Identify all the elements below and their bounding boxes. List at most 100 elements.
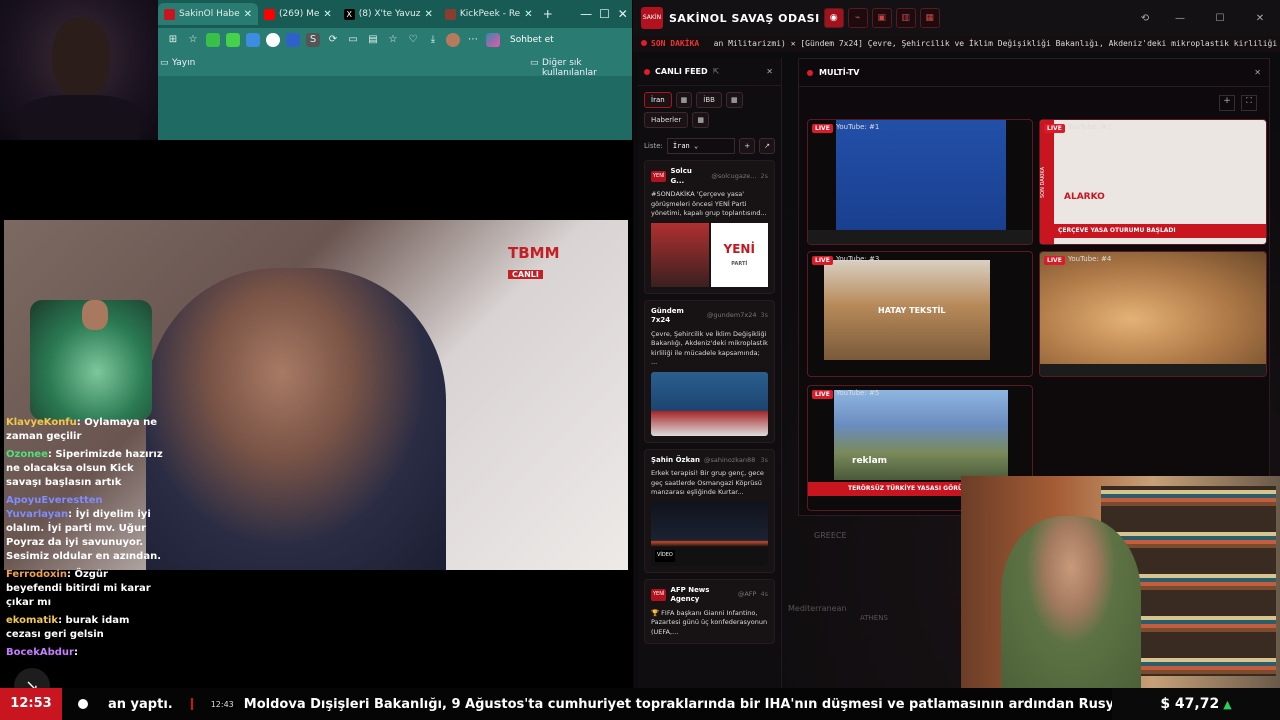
expand-icon[interactable]: ↗ [759, 138, 775, 154]
extension-icon[interactable] [246, 33, 260, 47]
tab-kickpeek[interactable]: KickPeek - Re ✕ [439, 3, 539, 25]
chip-haberler[interactable]: Haberler [644, 112, 689, 128]
refresh-icon[interactable]: ⟳ [326, 33, 340, 47]
extension-icon[interactable]: S [306, 33, 320, 47]
split-icon[interactable]: ⊞ [166, 33, 180, 47]
post-image[interactable]: YENİ PARTİ [651, 222, 768, 287]
collections-icon[interactable]: ▤ [366, 33, 380, 47]
extension-icon[interactable] [226, 33, 240, 47]
copilot-icon[interactable] [486, 33, 500, 47]
feed-header: CANLI FEED ⇱ ✕ [638, 58, 781, 86]
tab-youtube[interactable]: (269) Me ✕ [258, 3, 338, 25]
map-label: Mediterranean [788, 604, 847, 613]
author-name: Solcu G... [670, 167, 692, 185]
close-icon[interactable]: ✕ [244, 9, 252, 20]
grid-icon[interactable]: ▦ [919, 8, 940, 28]
avatar[interactable] [446, 33, 460, 47]
chip-ibb[interactable]: İBB [696, 92, 722, 108]
tv-tile-4[interactable]: LIVE YouTube: #4 [1039, 251, 1267, 377]
host-webcam [961, 476, 1280, 688]
news-ticker: 12:53 an yaptı. 12:43 Moldova Dışişleri … [0, 688, 1280, 720]
list-select[interactable]: İran ⌄ [666, 138, 736, 154]
feed-card[interactable]: Gündem 7x24 @gundem7x24 3s Çevre, Şehircil… [644, 299, 775, 443]
maximize-icon[interactable]: ☐ [1200, 13, 1240, 24]
feed-card[interactable]: Şahin Özkan @sahinozkan88 3s Erkek terapis… [644, 448, 775, 573]
reading-icon[interactable]: ▭ [346, 33, 360, 47]
chat-user[interactable]: Ozonee [6, 449, 48, 460]
tab-x[interactable]: X (8) X'te Yavuz ✕ [338, 3, 439, 25]
add-icon[interactable]: + [1219, 95, 1235, 111]
post-photo [651, 222, 709, 287]
channel-live-tag: CANLI [508, 270, 543, 279]
bookmark-yayin[interactable]: Yayın [172, 58, 195, 68]
favorites-icon[interactable]: ☆ [386, 33, 400, 47]
folder-icon: ▭ [530, 58, 539, 68]
post-time: 3s [760, 311, 768, 320]
downloads-icon[interactable]: ⤓ [426, 33, 440, 47]
feed-filters: İran ▦ İBB ▦ Haberler ▦ [638, 86, 781, 134]
close-icon[interactable]: ✕ [524, 9, 532, 20]
chart-icon[interactable]: ▥ [895, 8, 916, 28]
chat-user[interactable]: BocekAbdur [6, 647, 74, 658]
trend-up-icon: ▲ [1223, 697, 1232, 711]
tab-label: KickPeek - Re [459, 9, 521, 19]
tv-lower-third [1040, 364, 1266, 376]
bookmark-other[interactable]: Diğer sık kullanılanlar [542, 58, 632, 78]
chip-iran[interactable]: İran [644, 92, 672, 108]
gift-head [82, 300, 108, 330]
tv-icon[interactable]: ▣ [871, 8, 892, 28]
post-video[interactable]: VİDEO [651, 501, 768, 566]
sohbet-button[interactable]: Sohbet et [510, 35, 554, 45]
close-icon[interactable]: ✕ [1254, 68, 1261, 77]
feed-card[interactable]: YENİ AFP News Agency @AFP 4s 🏆 FIFA başkanı… [644, 578, 775, 644]
close-window-icon[interactable]: ✕ [1240, 13, 1280, 24]
chat-user[interactable]: Ferrodoxin [6, 569, 67, 580]
tab-sakinol[interactable]: SakinOl Habe ✕ [158, 3, 259, 25]
rss-icon[interactable]: ⌁ [847, 8, 868, 28]
grid-icon[interactable]: ▦ [675, 92, 693, 108]
tile-label: YouTube: #4 [1068, 255, 1112, 263]
grid-icon[interactable]: ▦ [692, 112, 709, 128]
tv-tile-3[interactable]: HATAY TEKSTİL LIVE YouTube: #3 [807, 251, 1033, 377]
alert-button[interactable]: ◉ [823, 8, 844, 28]
close-icon[interactable]: ✕ [425, 9, 433, 20]
list-selector: Liste: İran ⌄ + ↗ [644, 138, 775, 154]
tv-screen [834, 390, 1008, 480]
post-image[interactable] [651, 371, 768, 436]
add-icon[interactable]: + [739, 138, 756, 154]
live-badge: LIVE [1044, 256, 1065, 265]
tv-tile-2[interactable]: SON DAKİKA ALARKO ÇERÇEVE YASA OTURUMU B… [1039, 119, 1267, 245]
chat-user[interactable]: KlavyeKonfu [6, 417, 77, 428]
chat-message: BocekAbdur: [6, 647, 78, 658]
usd-value: $ 47,72 [1160, 696, 1220, 712]
list-label: Liste: [644, 142, 663, 150]
extension-icon[interactable] [286, 33, 300, 47]
extension-icon[interactable] [266, 33, 280, 47]
author-handle: @sahinozkan88 [703, 455, 756, 464]
author-handle: @AFP [737, 590, 757, 599]
popout-icon[interactable]: ⇱ [713, 67, 720, 76]
post-text: Çevre, Şehircilik ve İklim Değişikliği B… [651, 329, 768, 367]
close-icon[interactable]: ✕ [323, 9, 331, 20]
history-icon[interactable]: ⟲ [1130, 13, 1160, 24]
heart-icon[interactable]: ♡ [406, 33, 420, 47]
fullscreen-icon[interactable]: ⛶ [1241, 95, 1257, 111]
chat-user[interactable]: ekomatik [6, 615, 58, 626]
minimize-icon[interactable]: — [1160, 13, 1200, 24]
star-icon[interactable]: ☆ [186, 33, 200, 47]
more-icon[interactable]: ⋯ [466, 33, 480, 47]
usd-rate: $ 47,72 ▲ [1112, 688, 1280, 720]
maximize-icon[interactable]: ☐ [595, 7, 613, 21]
close-icon[interactable]: ✕ [766, 67, 773, 76]
grid-icon[interactable]: ▦ [725, 92, 743, 108]
live-dot [644, 68, 650, 75]
minimize-icon[interactable]: — [577, 7, 595, 21]
close-window-icon[interactable]: ✕ [614, 7, 632, 21]
new-tab-icon[interactable]: + [539, 7, 557, 21]
browser-toolbar: ⊞ ☆ S ⟳ ▭ ▤ ☆ ♡ ⤓ ⋯ Sohbet et [158, 28, 632, 52]
feed-card[interactable]: YENİ Solcu G... @solcugaze... 2s #SONDAKİKA… [644, 160, 775, 294]
multi-tv-panel: MULTİ-TV ✕ + ⛶ LIVE YouTube: #1 SON DAKİKA… [798, 58, 1270, 516]
tv-tile-1[interactable]: LIVE YouTube: #1 [807, 119, 1033, 245]
extension-icon[interactable] [206, 33, 220, 47]
dashboard-title: SAKİNOL SAVAŞ ODASI [669, 11, 820, 25]
